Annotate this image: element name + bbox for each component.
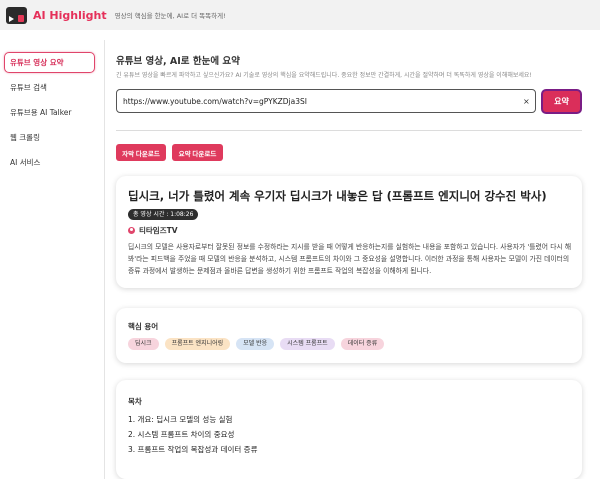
duration-badge: 총 영상 시간 : 1:08:26 (128, 209, 199, 220)
toc-card: 목차 1. 개요: 딥시크 모델의 성능 실험 2. 시스템 프롬프트 차이의 … (116, 380, 582, 479)
divider (116, 130, 582, 131)
keywords-card: 핵심 용어 딥시크 프롬프트 엔지니어링 모델 반응 시스템 프롬프트 데이터 … (116, 308, 582, 363)
page-description: 긴 유튜브 영상을 빠르게 파악하고 싶으신가요? AI 기술로 영상의 핵심을… (116, 72, 532, 79)
keyword-tag: 시스템 프롬프트 (280, 338, 335, 350)
sidebar-item-video-summary[interactable]: 유튜브 영상 요약 (4, 52, 95, 73)
video-summary-card: 딥시크, 너가 틀렸어 계속 우기자 딥시크가 내놓은 답 (프롬프트 엔지니어… (116, 176, 582, 288)
keyword-tag: 데이터 증류 (340, 338, 385, 350)
download-subtitle-button[interactable]: 자막 다운로드 (116, 144, 166, 161)
channel-name: 티타임즈TV (128, 225, 178, 236)
channel-label: 티타임즈TV (139, 226, 178, 235)
sidebar-item-ai-talker[interactable]: 유튜브용 AI Talker (4, 102, 95, 123)
sidebar-item-youtube-search[interactable]: 유튜브 검색 (4, 77, 95, 98)
app-title: AI Highlight (33, 8, 107, 22)
download-summary-button[interactable]: 요약 다운로드 (172, 144, 223, 161)
toc-item: 2. 시스템 프롬프트 차이의 중요성 (128, 430, 235, 439)
sidebar: 유튜브 영상 요약 유튜브 검색 유튜브용 AI Talker 웹 크롤링 AI… (0, 40, 105, 479)
toc-item: 3. 프롬프트 작업의 복잡성과 데이터 증류 (128, 445, 258, 454)
keywords-label: 핵심 용어 (128, 322, 159, 331)
app-header: AI Highlight 영상의 핵심을 한눈에, AI로 더 똑똑하게! (0, 0, 600, 30)
summarize-button[interactable]: 요약 (541, 89, 582, 114)
video-summary-text: 딥시크의 모델은 사용자로부터 잘못된 정보를 수정하라는 지시를 받을 때 어… (128, 243, 572, 275)
keyword-tag: 딥시크 (128, 338, 159, 350)
app-logo-icon (6, 6, 27, 24)
page-title: 유튜브 영상, AI로 한눈에 요약 (116, 56, 240, 67)
keyword-tag: 프롬프트 엔지니어링 (164, 338, 231, 350)
toc-label: 목차 (128, 397, 142, 406)
toc-list: 1. 개요: 딥시크 모델의 성능 실험 2. 시스템 프롬프트 차이의 중요성… (128, 412, 257, 457)
toc-item: 1. 개요: 딥시크 모델의 성능 실험 (128, 415, 233, 424)
url-input[interactable] (116, 89, 536, 113)
clear-icon[interactable]: × (523, 97, 530, 106)
person-icon (128, 227, 135, 234)
video-title: 딥시크, 너가 틀렸어 계속 우기자 딥시크가 내놓은 답 (프롬프트 엔지니어… (128, 189, 547, 203)
sidebar-item-web-crawling[interactable]: 웹 크롤링 (4, 127, 95, 148)
sidebar-item-ai-service[interactable]: AI 서비스 (4, 152, 95, 173)
keyword-tags: 딥시크 프롬프트 엔지니어링 모델 반응 시스템 프롬프트 데이터 증류 (128, 338, 390, 350)
keyword-tag: 모델 반응 (236, 338, 275, 350)
app-subtitle: 영상의 핵심을 한눈에, AI로 더 똑똑하게! (114, 12, 226, 20)
